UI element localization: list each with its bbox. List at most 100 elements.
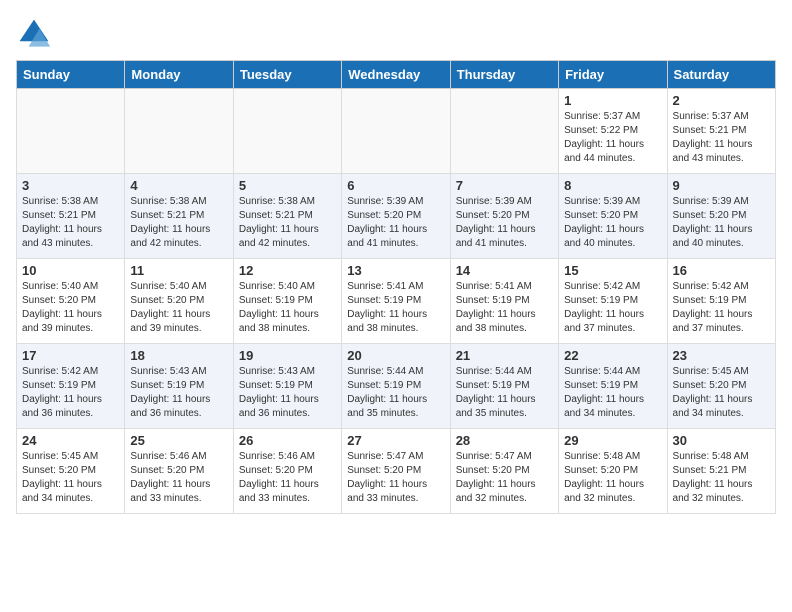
day-info: Sunrise: 5:37 AM Sunset: 5:22 PM Dayligh… — [564, 110, 661, 166]
calendar-cell: 26 Sunrise: 5:46 AM Sunset: 5:20 PM Dayli… — [233, 429, 341, 514]
calendar-cell: 19 Sunrise: 5:43 AM Sunset: 5:19 PM Dayli… — [233, 344, 341, 429]
day-number: 27 — [347, 433, 444, 448]
day-number: 17 — [22, 348, 119, 363]
calendar-cell: 1 Sunrise: 5:37 AM Sunset: 5:22 PM Daylig… — [559, 89, 667, 174]
calendar-cell: 10 Sunrise: 5:40 AM Sunset: 5:20 PM Dayli… — [17, 259, 125, 344]
day-info: Sunrise: 5:46 AM Sunset: 5:20 PM Dayligh… — [130, 450, 227, 506]
day-number: 22 — [564, 348, 661, 363]
calendar-cell: 25 Sunrise: 5:46 AM Sunset: 5:20 PM Dayli… — [125, 429, 233, 514]
day-number: 14 — [456, 263, 553, 278]
calendar-cell: 11 Sunrise: 5:40 AM Sunset: 5:20 PM Dayli… — [125, 259, 233, 344]
day-info: Sunrise: 5:46 AM Sunset: 5:20 PM Dayligh… — [239, 450, 336, 506]
weekday-header-row: SundayMondayTuesdayWednesdayThursdayFrid… — [17, 61, 776, 89]
day-number: 23 — [673, 348, 770, 363]
day-number: 6 — [347, 178, 444, 193]
day-number: 25 — [130, 433, 227, 448]
day-number: 15 — [564, 263, 661, 278]
page-header — [16, 16, 776, 52]
day-number: 24 — [22, 433, 119, 448]
day-number: 8 — [564, 178, 661, 193]
calendar-cell: 23 Sunrise: 5:45 AM Sunset: 5:20 PM Dayli… — [667, 344, 775, 429]
calendar-cell: 15 Sunrise: 5:42 AM Sunset: 5:19 PM Dayli… — [559, 259, 667, 344]
day-number: 9 — [673, 178, 770, 193]
calendar-cell: 24 Sunrise: 5:45 AM Sunset: 5:20 PM Dayli… — [17, 429, 125, 514]
day-info: Sunrise: 5:39 AM Sunset: 5:20 PM Dayligh… — [347, 195, 444, 251]
calendar-cell: 28Sunrise: 5:47 AM Sunset: 5:20 PM Dayli… — [450, 429, 558, 514]
weekday-header-wednesday: Wednesday — [342, 61, 450, 89]
calendar-cell: 13 Sunrise: 5:41 AM Sunset: 5:19 PM Dayli… — [342, 259, 450, 344]
calendar-cell — [125, 89, 233, 174]
calendar-week-row: 17 Sunrise: 5:42 AM Sunset: 5:19 PM Dayli… — [17, 344, 776, 429]
day-info: Sunrise: 5:40 AM Sunset: 5:19 PM Dayligh… — [239, 280, 336, 336]
day-number: 7 — [456, 178, 553, 193]
calendar-cell: 9 Sunrise: 5:39 AM Sunset: 5:20 PM Daylig… — [667, 174, 775, 259]
day-info: Sunrise: 5:44 AM Sunset: 5:19 PM Dayligh… — [347, 365, 444, 421]
day-number: 4 — [130, 178, 227, 193]
day-info: Sunrise: 5:39 AM Sunset: 5:20 PM Dayligh… — [564, 195, 661, 251]
calendar-week-row: 3 Sunrise: 5:38 AM Sunset: 5:21 PM Daylig… — [17, 174, 776, 259]
day-info: Sunrise: 5:41 AM Sunset: 5:19 PM Dayligh… — [347, 280, 444, 336]
calendar-cell: 5Sunrise: 5:38 AM Sunset: 5:21 PM Daylig… — [233, 174, 341, 259]
calendar-cell: 7 Sunrise: 5:39 AM Sunset: 5:20 PM Daylig… — [450, 174, 558, 259]
weekday-header-tuesday: Tuesday — [233, 61, 341, 89]
weekday-header-saturday: Saturday — [667, 61, 775, 89]
calendar-week-row: 24 Sunrise: 5:45 AM Sunset: 5:20 PM Dayli… — [17, 429, 776, 514]
day-number: 26 — [239, 433, 336, 448]
day-info: Sunrise: 5:44 AM Sunset: 5:19 PM Dayligh… — [564, 365, 661, 421]
day-number: 11 — [130, 263, 227, 278]
day-number: 2 — [673, 93, 770, 108]
day-number: 19 — [239, 348, 336, 363]
day-info: Sunrise: 5:42 AM Sunset: 5:19 PM Dayligh… — [564, 280, 661, 336]
calendar-cell: 14 Sunrise: 5:41 AM Sunset: 5:19 PM Dayli… — [450, 259, 558, 344]
calendar-cell: 27Sunrise: 5:47 AM Sunset: 5:20 PM Dayli… — [342, 429, 450, 514]
calendar-cell: 30 Sunrise: 5:48 AM Sunset: 5:21 PM Dayli… — [667, 429, 775, 514]
day-info: Sunrise: 5:40 AM Sunset: 5:20 PM Dayligh… — [22, 280, 119, 336]
calendar-table: SundayMondayTuesdayWednesdayThursdayFrid… — [16, 60, 776, 514]
day-info: Sunrise: 5:45 AM Sunset: 5:20 PM Dayligh… — [22, 450, 119, 506]
day-info: Sunrise: 5:40 AM Sunset: 5:20 PM Dayligh… — [130, 280, 227, 336]
calendar-cell — [342, 89, 450, 174]
day-number: 1 — [564, 93, 661, 108]
calendar-cell — [17, 89, 125, 174]
day-info: Sunrise: 5:39 AM Sunset: 5:20 PM Dayligh… — [673, 195, 770, 251]
calendar-week-row: 10 Sunrise: 5:40 AM Sunset: 5:20 PM Dayli… — [17, 259, 776, 344]
logo-icon — [16, 16, 52, 52]
calendar-cell: 12 Sunrise: 5:40 AM Sunset: 5:19 PM Dayli… — [233, 259, 341, 344]
calendar-cell: 29Sunrise: 5:48 AM Sunset: 5:20 PM Dayli… — [559, 429, 667, 514]
day-number: 21 — [456, 348, 553, 363]
day-info: Sunrise: 5:42 AM Sunset: 5:19 PM Dayligh… — [673, 280, 770, 336]
calendar-cell: 16 Sunrise: 5:42 AM Sunset: 5:19 PM Dayli… — [667, 259, 775, 344]
day-info: Sunrise: 5:47 AM Sunset: 5:20 PM Dayligh… — [456, 450, 553, 506]
day-info: Sunrise: 5:43 AM Sunset: 5:19 PM Dayligh… — [239, 365, 336, 421]
day-info: Sunrise: 5:48 AM Sunset: 5:21 PM Dayligh… — [673, 450, 770, 506]
calendar-cell: 8 Sunrise: 5:39 AM Sunset: 5:20 PM Daylig… — [559, 174, 667, 259]
calendar-cell: 21 Sunrise: 5:44 AM Sunset: 5:19 PM Dayli… — [450, 344, 558, 429]
weekday-header-sunday: Sunday — [17, 61, 125, 89]
calendar-cell: 2 Sunrise: 5:37 AM Sunset: 5:21 PM Daylig… — [667, 89, 775, 174]
day-info: Sunrise: 5:42 AM Sunset: 5:19 PM Dayligh… — [22, 365, 119, 421]
day-number: 12 — [239, 263, 336, 278]
day-number: 13 — [347, 263, 444, 278]
calendar-week-row: 1 Sunrise: 5:37 AM Sunset: 5:22 PM Daylig… — [17, 89, 776, 174]
day-number: 30 — [673, 433, 770, 448]
day-info: Sunrise: 5:38 AM Sunset: 5:21 PM Dayligh… — [130, 195, 227, 251]
day-info: Sunrise: 5:39 AM Sunset: 5:20 PM Dayligh… — [456, 195, 553, 251]
day-info: Sunrise: 5:45 AM Sunset: 5:20 PM Dayligh… — [673, 365, 770, 421]
day-info: Sunrise: 5:43 AM Sunset: 5:19 PM Dayligh… — [130, 365, 227, 421]
weekday-header-friday: Friday — [559, 61, 667, 89]
logo — [16, 16, 56, 52]
day-number: 10 — [22, 263, 119, 278]
calendar-cell: 6 Sunrise: 5:39 AM Sunset: 5:20 PM Daylig… — [342, 174, 450, 259]
day-number: 3 — [22, 178, 119, 193]
day-number: 5 — [239, 178, 336, 193]
day-info: Sunrise: 5:44 AM Sunset: 5:19 PM Dayligh… — [456, 365, 553, 421]
day-number: 16 — [673, 263, 770, 278]
calendar-cell: 20Sunrise: 5:44 AM Sunset: 5:19 PM Dayli… — [342, 344, 450, 429]
weekday-header-monday: Monday — [125, 61, 233, 89]
day-number: 18 — [130, 348, 227, 363]
day-info: Sunrise: 5:41 AM Sunset: 5:19 PM Dayligh… — [456, 280, 553, 336]
weekday-header-thursday: Thursday — [450, 61, 558, 89]
day-number: 29 — [564, 433, 661, 448]
calendar-cell: 4 Sunrise: 5:38 AM Sunset: 5:21 PM Daylig… — [125, 174, 233, 259]
day-info: Sunrise: 5:37 AM Sunset: 5:21 PM Dayligh… — [673, 110, 770, 166]
